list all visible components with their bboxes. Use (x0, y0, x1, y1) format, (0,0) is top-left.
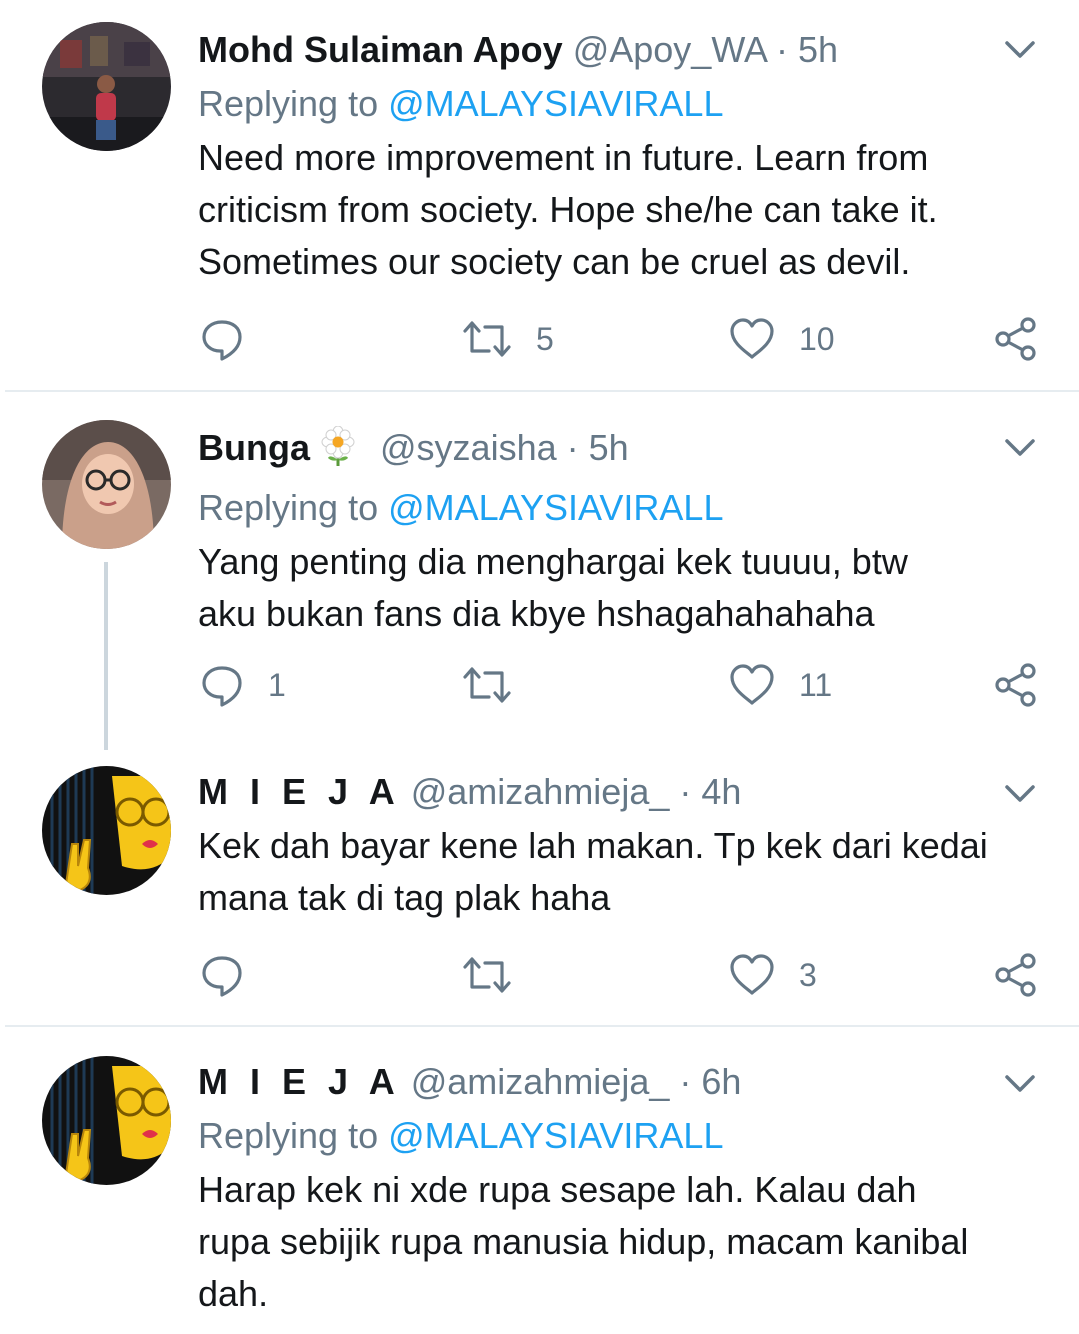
share-icon (995, 953, 1036, 997)
retweet-icon (463, 957, 511, 993)
reply-button[interactable] (200, 950, 268, 1000)
display-name[interactable]: Mohd Sulaiman Apoy (198, 29, 563, 70)
reply-button[interactable]: 1 (200, 660, 286, 710)
like-icon (730, 318, 774, 359)
replying-to-label: Replying to (198, 83, 379, 124)
reply-count: 1 (268, 666, 286, 703)
text-line: Kek dah bayar kene lah makan. Tp kek dar… (198, 825, 988, 866)
timestamp[interactable]: 5h (798, 29, 838, 70)
user-handle[interactable]: @amizahmieja_ (411, 1061, 670, 1102)
text-line: dah. (198, 1273, 269, 1314)
tweet-3[interactable]: M I E J A @amizahmieja_ · 4h Kek dah bay… (0, 762, 1079, 1028)
avatar[interactable] (42, 1056, 171, 1185)
reply-icon (202, 320, 242, 361)
tweet-text: Yang penting dia menghargai kek tuuuu, b… (198, 536, 1039, 640)
like-icon (730, 954, 774, 995)
timestamp[interactable]: 6h (701, 1061, 741, 1102)
avatar[interactable] (42, 420, 171, 549)
like-icon (730, 664, 774, 705)
text-line: mana tak di tag plak haha (198, 877, 611, 918)
text-line: Harap kek ni xde rupa sesape lah. Kalau … (198, 1169, 917, 1210)
user-handle[interactable]: @Apoy_WA (573, 29, 766, 70)
tweet-2[interactable]: Bunga @syzaisha · 5h Replying to @MALAYS… (0, 392, 1079, 762)
retweet-icon (463, 321, 511, 357)
text-line: aku bukan fans dia kbye hshagahahahaha (198, 593, 875, 634)
replying-to-handle[interactable]: @MALAYSIAVIRALL (388, 487, 723, 528)
timestamp[interactable]: 5h (589, 427, 629, 468)
replying-to-label: Replying to (198, 487, 379, 528)
retweet-count: 5 (536, 320, 554, 357)
timestamp[interactable]: 4h (701, 771, 741, 812)
share-icon (995, 663, 1036, 707)
user-handle[interactable]: @syzaisha (380, 427, 557, 468)
retweet-icon (463, 667, 511, 703)
share-button[interactable] (994, 660, 1038, 710)
user-handle[interactable]: @amizahmieja_ (411, 771, 670, 812)
chevron-down-icon[interactable] (1001, 30, 1039, 68)
like-count: 11 (799, 666, 833, 703)
chevron-down-icon[interactable] (1001, 1064, 1039, 1102)
like-button[interactable]: 11 (729, 660, 832, 710)
tweet-text: Harap kek ni xde rupa sesape lah. Kalau … (198, 1164, 1039, 1320)
like-count: 3 (799, 956, 817, 993)
reply-icon (202, 956, 242, 997)
text-line: criticism from society. Hope she/he can … (198, 189, 938, 230)
display-name[interactable]: M I E J A (198, 1061, 401, 1102)
tweet-text: Kek dah bayar kene lah makan. Tp kek dar… (198, 820, 1039, 924)
like-button[interactable]: 10 (729, 314, 835, 364)
retweet-button[interactable] (462, 950, 536, 1000)
text-line: Need more improvement in future. Learn f… (198, 137, 929, 178)
tweet-text: Need more improvement in future. Learn f… (198, 132, 1039, 288)
divider (5, 1025, 1079, 1027)
share-icon (995, 317, 1036, 361)
separator-dot: · (566, 427, 579, 468)
display-name[interactable]: Bunga (198, 427, 310, 468)
replying-to-handle[interactable]: @MALAYSIAVIRALL (388, 1115, 723, 1156)
replying-to-handle[interactable]: @MALAYSIAVIRALL (388, 83, 723, 124)
tweet-1[interactable]: Mohd Sulaiman Apoy @Apoy_WA · 5h Replyin… (0, 0, 1079, 392)
share-button[interactable] (994, 314, 1038, 364)
thread-connector (104, 562, 108, 750)
like-count: 10 (799, 320, 835, 357)
retweet-button[interactable]: 5 (462, 314, 554, 364)
chevron-down-icon[interactable] (1001, 428, 1039, 466)
text-line: Yang penting dia menghargai kek tuuuu, b… (198, 541, 908, 582)
text-line: Sometimes our society can be cruel as de… (198, 241, 911, 282)
replying-to-label: Replying to (198, 1115, 379, 1156)
reply-icon (202, 666, 242, 707)
retweet-button[interactable] (462, 660, 536, 710)
tweet-4[interactable]: M I E J A @amizahmieja_ · 6h Replying to… (0, 1028, 1079, 1334)
separator-dot: · (679, 1061, 692, 1102)
avatar[interactable] (42, 22, 171, 151)
reply-button[interactable] (200, 314, 268, 364)
flower-emoji (320, 425, 356, 476)
text-line: rupa sebijik rupa manusia hidup, macam k… (198, 1221, 969, 1262)
separator-dot: · (679, 771, 692, 812)
share-button[interactable] (994, 950, 1038, 1000)
separator-dot: · (776, 29, 789, 70)
display-name[interactable]: M I E J A (198, 771, 401, 812)
avatar[interactable] (42, 766, 171, 895)
like-button[interactable]: 3 (729, 950, 817, 1000)
chevron-down-icon[interactable] (1001, 774, 1039, 812)
